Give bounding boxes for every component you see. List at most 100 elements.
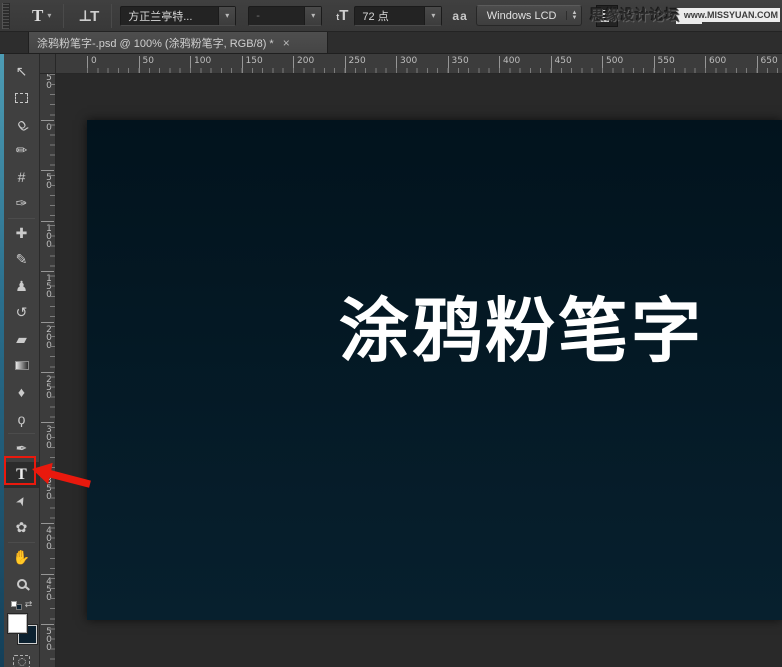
tool-preset-picker[interactable]: T ▾ <box>28 4 55 28</box>
stepper-icon: ▲▼ <box>566 11 577 20</box>
anti-alias-select[interactable]: Windows LCD ▲▼ <box>476 5 583 26</box>
ruler-top-label: 550 <box>654 56 675 73</box>
photoshop-window: T ▾ ⊥T 方正兰亭特... ▾ - ▾ tT 72 点 ▾ aa Windo… <box>0 0 782 667</box>
color-swatches <box>5 613 39 650</box>
healing-brush-tool-icon: ✚ <box>16 225 28 242</box>
tool-group-separator <box>8 218 35 219</box>
lasso-tool-icon: ϱ <box>13 116 29 133</box>
hand-tool[interactable]: ✋ <box>4 544 39 571</box>
custom-shape-tool[interactable]: ✿ <box>4 515 39 542</box>
anti-alias-value: Windows LCD <box>487 10 567 22</box>
canvas-surface[interactable]: 涂鸦粉笔字 <box>87 120 782 620</box>
font-size-icon: tT <box>336 7 348 25</box>
ruler-top-label: 0 <box>87 56 97 73</box>
canvas-text-layer[interactable]: 涂鸦粉笔字 <box>339 294 704 368</box>
ruler-left-label: 200 <box>41 322 54 349</box>
ruler-left-label: 0 <box>41 120 54 131</box>
ruler-top[interactable]: 050100150200250300350400450500550600650 <box>56 54 782 74</box>
clone-stamp-tool-icon: ♟ <box>15 278 28 295</box>
ruler-left-label: 350 <box>41 473 54 500</box>
type-tool[interactable]: T <box>4 462 39 489</box>
blur-tool[interactable]: ♦ <box>4 379 39 406</box>
quick-mask-button[interactable] <box>13 655 30 667</box>
font-style-select[interactable]: - ▾ <box>248 6 322 26</box>
ruler-left-label: 150 <box>41 271 54 298</box>
foreground-color-swatch[interactable] <box>8 614 27 633</box>
ruler-top-label: 150 <box>242 56 263 73</box>
history-brush-tool-icon: ↺ <box>16 304 28 321</box>
clone-stamp-tool[interactable]: ♟ <box>4 273 39 300</box>
default-colors-bg-icon <box>16 604 22 610</box>
move-tool-icon: ↖ <box>16 63 28 80</box>
custom-shape-tool-icon: ✿ <box>16 519 28 536</box>
ruler-left-label: 100 <box>41 221 54 248</box>
ruler-left-label: 300 <box>41 422 54 449</box>
hand-tool-icon: ✋ <box>13 549 30 566</box>
healing-brush-tool[interactable]: ✚ <box>4 220 39 247</box>
type-tool-preset-icon: T <box>32 6 43 26</box>
eraser-tool-icon: ▰ <box>16 331 27 348</box>
dodge-tool[interactable]: ϙ <box>4 406 39 433</box>
options-bar: T ▾ ⊥T 方正兰亭特... ▾ - ▾ tT 72 点 ▾ aa Windo… <box>0 0 782 32</box>
brush-tool-icon: ✎ <box>16 251 28 268</box>
font-size-value: 72 点 <box>355 8 424 24</box>
tool-group-separator <box>8 542 35 543</box>
options-bar-gripper[interactable] <box>2 3 10 29</box>
path-selection-tool[interactable]: ➤ <box>4 488 39 515</box>
ruler-top-label: 600 <box>705 56 726 73</box>
rectangular-marquee-tool[interactable] <box>4 85 39 112</box>
chevron-down-icon[interactable]: ▾ <box>424 7 441 25</box>
crop-tool[interactable]: # <box>4 164 39 191</box>
watermark-url: www.MISSYUAN.COM <box>682 8 780 22</box>
separator <box>63 4 64 28</box>
blur-tool-icon: ♦ <box>18 384 25 400</box>
ruler-top-label: 100 <box>190 56 211 73</box>
ruler-left[interactable]: 50050100150200250300350400450500 <box>40 74 56 667</box>
document-tab-title: 涂鸦粉笔字-.psd @ 100% (涂鸦粉笔字, RGB/8) * <box>37 35 274 51</box>
ruler-top-label: 450 <box>551 56 572 73</box>
font-size-select[interactable]: 72 点 ▾ <box>354 6 442 26</box>
eraser-tool[interactable]: ▰ <box>4 326 39 353</box>
ruler-left-label: 450 <box>41 574 54 601</box>
zoom-tool-icon <box>17 579 27 589</box>
eyedropper-tool[interactable]: ✑ <box>4 191 39 218</box>
zoom-tool[interactable] <box>4 571 39 598</box>
move-tool[interactable]: ↖ <box>4 58 39 85</box>
gradient-tool-icon <box>15 361 29 370</box>
document-viewport: 涂鸦粉笔字 <box>56 74 782 667</box>
brush-tool[interactable]: ✎ <box>4 247 39 274</box>
tools-list: ↖ ϱ ✏ # ✑ ✚ ✎ ♟ ↺ ▰ ♦ ϙ ✒ T➤ ✿ ✋ <box>4 58 39 597</box>
ruler-corner[interactable] <box>40 54 56 74</box>
document-tab[interactable]: 涂鸦粉笔字-.psd @ 100% (涂鸦粉笔字, RGB/8) * × <box>28 32 328 53</box>
ruler-left-label: 500 <box>41 624 54 651</box>
chevron-down-icon[interactable]: ▾ <box>304 7 321 25</box>
ruler-top-label: 350 <box>448 56 469 73</box>
separator <box>111 4 112 28</box>
tool-group-separator <box>8 433 35 434</box>
ruler-top-label: 650 <box>757 56 778 73</box>
swap-colors-row[interactable]: ⇄ <box>4 597 39 611</box>
ruler-left-label: 400 <box>41 523 54 550</box>
rectangular-marquee-tool-icon <box>15 93 28 103</box>
ruler-top-label: 400 <box>499 56 520 73</box>
ruler-left-label: 50 <box>41 170 54 189</box>
lasso-tool[interactable]: ϱ <box>4 111 39 138</box>
crop-tool-icon: # <box>18 169 26 185</box>
font-family-select[interactable]: 方正兰亭特... ▾ <box>120 6 236 26</box>
swap-colors-icon[interactable]: ⇄ <box>25 599 33 610</box>
chevron-down-icon[interactable]: ▾ <box>218 7 235 25</box>
quick-selection-tool[interactable]: ✏ <box>4 138 39 165</box>
ruler-left-label: 250 <box>41 372 54 399</box>
pen-tool[interactable]: ✒ <box>4 435 39 462</box>
ruler-top-label: 500 <box>602 56 623 73</box>
text-orientation-icon[interactable]: ⊥T <box>72 5 103 27</box>
document-tab-bar: 涂鸦粉笔字-.psd @ 100% (涂鸦粉笔字, RGB/8) * × <box>0 32 782 54</box>
chevron-down-icon: ▾ <box>47 11 51 20</box>
history-brush-tool[interactable]: ↺ <box>4 300 39 327</box>
gradient-tool[interactable] <box>4 353 39 380</box>
close-icon[interactable]: × <box>283 38 290 48</box>
ruler-left-label: 50 <box>41 74 54 89</box>
font-family-value: 方正兰亭特... <box>121 8 218 24</box>
pen-tool-icon: ✒ <box>16 440 28 457</box>
quick-selection-tool-icon: ✏ <box>16 142 28 159</box>
